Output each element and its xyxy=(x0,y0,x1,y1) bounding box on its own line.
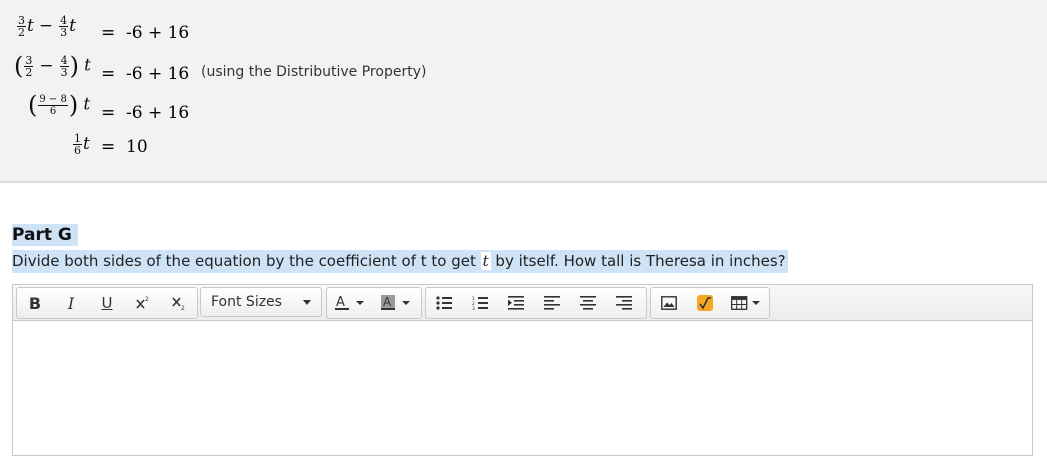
align-center-button[interactable] xyxy=(570,288,606,318)
align-left-icon xyxy=(544,296,560,310)
question-text: Divide both sides of the equation by the… xyxy=(12,250,788,273)
equation-line-1: 3 2 t −4 3 t = -6 + 16 xyxy=(17,14,190,43)
numbered-list-button[interactable]: 123 xyxy=(462,288,498,318)
question-text-end: by itself. How tall is Theresa in inches… xyxy=(490,252,786,270)
indent-button[interactable] xyxy=(498,288,534,318)
underline-button[interactable]: U xyxy=(89,288,125,318)
equation-rhs: 10 xyxy=(126,137,148,157)
equals-sign: = xyxy=(101,103,116,123)
format-button-group: B I U 2 2 xyxy=(16,287,198,319)
highlight-color-button[interactable]: A xyxy=(373,288,419,318)
text-color-button[interactable]: A xyxy=(327,288,373,318)
question-text-start: Divide both sides of the equation by the… xyxy=(12,252,481,270)
answer-editor: B I U 2 2 Font Sizes A A 1 2 3 xyxy=(12,284,1033,456)
bulleted-list-icon xyxy=(436,296,452,310)
text-color-icon: A xyxy=(335,295,364,310)
equals-sign: = xyxy=(101,23,116,43)
svg-text:A: A xyxy=(383,295,392,309)
fraction: 32 xyxy=(24,53,34,79)
svg-text:3: 3 xyxy=(472,306,475,310)
subscript-icon: 2 xyxy=(172,297,185,311)
bulleted-list-button[interactable] xyxy=(426,288,462,318)
chevron-down-icon xyxy=(303,299,311,305)
insert-image-button[interactable] xyxy=(651,288,687,318)
equation-rhs: -6 + 16 xyxy=(126,103,190,123)
numbered-list-icon: 123 xyxy=(472,296,488,310)
fraction: 43 xyxy=(59,53,69,79)
color-button-group: A A xyxy=(326,287,422,319)
align-right-icon xyxy=(616,296,632,310)
fraction: 32 xyxy=(17,14,26,39)
insert-equation-button[interactable] xyxy=(687,288,723,318)
equation-line-3: (9 − 8 6) t = -6 + 16 xyxy=(28,91,190,123)
align-left-button[interactable] xyxy=(534,288,570,318)
answer-input-area[interactable] xyxy=(13,321,1032,455)
subscript-button[interactable]: 2 xyxy=(161,288,197,318)
align-right-button[interactable] xyxy=(606,288,642,318)
equals-sign: = xyxy=(101,64,116,84)
superscript-icon: 2 xyxy=(136,296,149,309)
fraction: 16 xyxy=(73,132,82,157)
svg-text:A: A xyxy=(336,295,345,310)
editor-toolbar: B I U 2 2 Font Sizes A A 1 2 3 xyxy=(13,285,1032,321)
fraction: 9 − 86 xyxy=(38,93,68,117)
svg-text:2: 2 xyxy=(181,305,185,311)
equation-rhs: -6 + 16 xyxy=(126,23,190,43)
equation-line-2: (3 2−4 3) t = -6 + 16 xyxy=(14,52,190,84)
indent-icon xyxy=(508,296,524,310)
font-sizes-label: Font Sizes xyxy=(211,294,282,310)
fraction: 43 xyxy=(59,14,69,39)
svg-text:2: 2 xyxy=(145,296,149,303)
insert-button-group xyxy=(650,287,770,319)
bold-button[interactable]: B xyxy=(17,288,53,318)
image-icon xyxy=(661,296,677,310)
paragraph-button-group: 123 xyxy=(425,287,647,319)
equals-sign: = xyxy=(101,137,116,157)
highlight-color-icon: A xyxy=(381,295,410,310)
equation-icon xyxy=(697,295,713,311)
equation-rhs: -6 + 16 xyxy=(126,64,190,84)
font-sizes-dropdown[interactable]: Font Sizes xyxy=(200,287,322,317)
italic-button[interactable]: I xyxy=(53,288,89,318)
align-center-icon xyxy=(580,296,596,310)
equation-line-4: 16t = 10 xyxy=(73,132,148,157)
part-title: Part G xyxy=(12,224,78,246)
insert-table-button[interactable] xyxy=(723,288,769,318)
variable-symbol: t xyxy=(480,252,491,270)
property-note: (using the Distributive Property) xyxy=(201,64,427,80)
table-icon xyxy=(731,296,760,310)
worked-solution-panel: 3 2 t −4 3 t = -6 + 16 (3 2−4 3) t = -6 + 16 (u… xyxy=(0,0,1047,183)
superscript-button[interactable]: 2 xyxy=(125,288,161,318)
